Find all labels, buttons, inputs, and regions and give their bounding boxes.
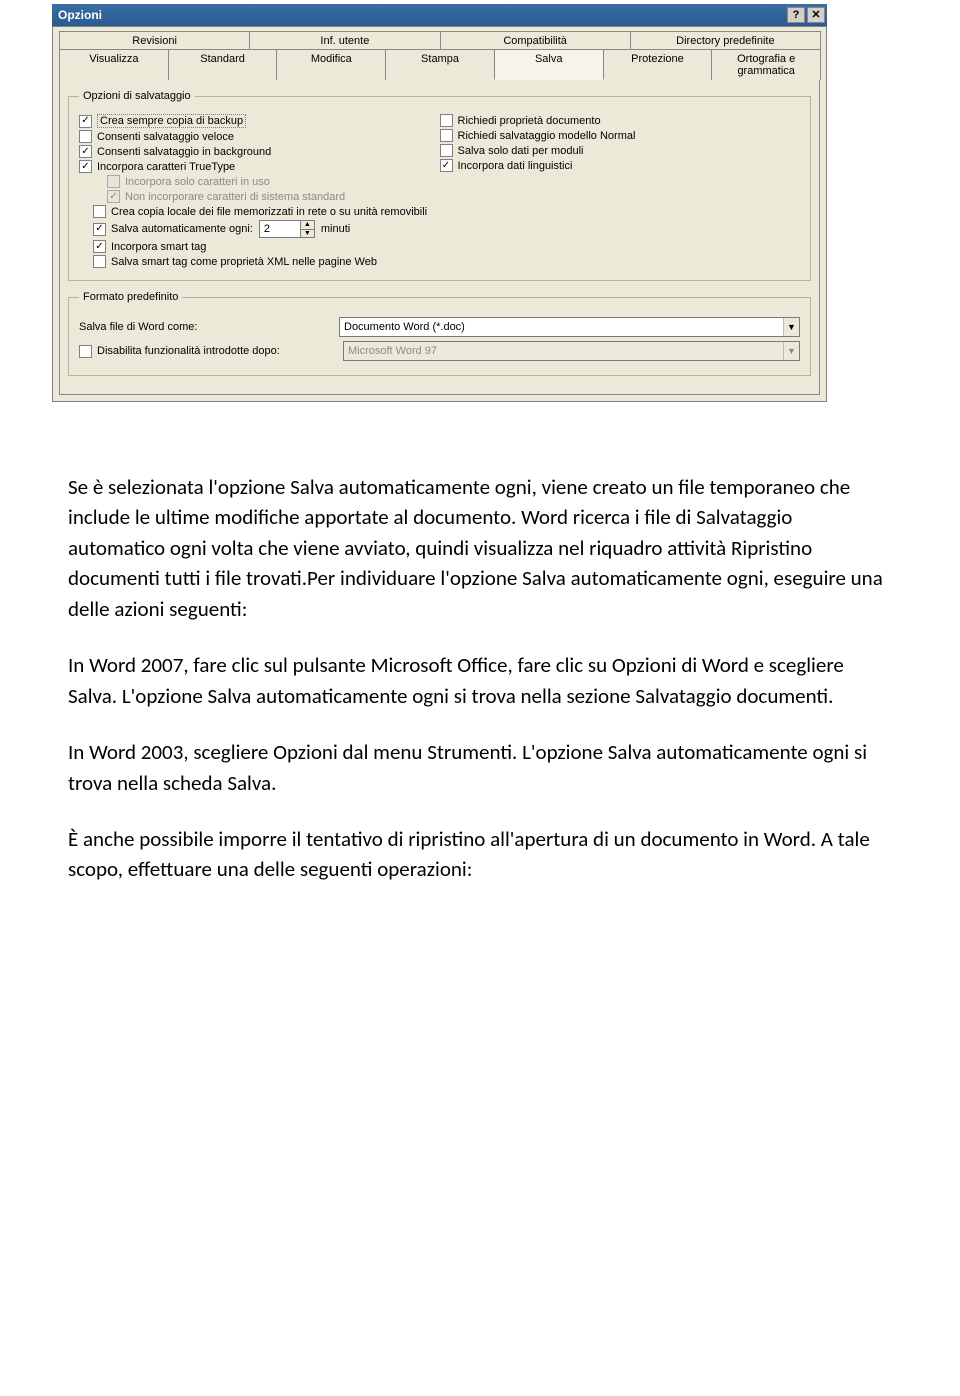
spin-down-icon[interactable]: ▼ — [301, 230, 314, 238]
tab-standard[interactable]: Standard — [168, 49, 278, 80]
options-dialog: Opzioni ? ✕ Revisioni Inf. utente Compat… — [52, 4, 827, 402]
chk-fastsave[interactable] — [79, 130, 92, 143]
tab-compatibilita[interactable]: Compatibilità — [440, 31, 631, 50]
doc-paragraph-2: In Word 2007, fare clic sul pulsante Mic… — [68, 650, 892, 711]
lbl-smarttag-xml: Salva smart tag come proprietà XML nelle… — [111, 256, 377, 268]
tab-ortografia[interactable]: Ortografia e grammatica — [711, 49, 821, 80]
chk-smarttag-xml[interactable] — [93, 255, 106, 268]
fieldset-save-options: Opzioni di salvataggio ✓ Crea sempre cop… — [68, 90, 811, 281]
chk-linguistic[interactable]: ✓ — [440, 159, 453, 172]
tab-protezione[interactable]: Protezione — [603, 49, 713, 80]
close-button[interactable]: ✕ — [807, 7, 825, 23]
lbl-autosave: Salva automaticamente ogni: — [111, 223, 253, 235]
tab-visualizza[interactable]: Visualizza — [59, 49, 169, 80]
lbl-linguistic: Incorpora dati linguistici — [458, 160, 573, 172]
tab-row-1: Revisioni Inf. utente Compatibilità Dire… — [59, 31, 820, 50]
chk-local-copy[interactable] — [93, 205, 106, 218]
chk-disable-after[interactable] — [79, 345, 92, 358]
doc-paragraph-4: È anche possibile imporre il tentativo d… — [68, 824, 892, 885]
chevron-down-icon: ▼ — [783, 318, 799, 336]
chk-prompt-props[interactable] — [440, 114, 453, 127]
tab-panel-salva: Opzioni di salvataggio ✓ Crea sempre cop… — [59, 79, 820, 395]
document-body: Se è selezionata l'opzione Salva automat… — [68, 472, 892, 885]
dropdown-disable-after-value: Microsoft Word 97 — [348, 345, 437, 357]
lbl-prompt-props: Richiedi proprietà documento — [458, 115, 601, 127]
chk-prompt-normal[interactable] — [440, 129, 453, 142]
titlebar[interactable]: Opzioni ? ✕ — [52, 4, 827, 26]
tab-revisioni[interactable]: Revisioni — [59, 31, 250, 50]
tab-directory-predefinite[interactable]: Directory predefinite — [630, 31, 821, 50]
lbl-background: Consenti salvataggio in background — [97, 146, 271, 158]
lbl-truetype: Incorpora caratteri TrueType — [97, 161, 235, 173]
tab-row-2: Visualizza Standard Modifica Stampa Salv… — [59, 49, 820, 80]
lbl-no-system: Non incorporare caratteri di sistema sta… — [125, 191, 345, 203]
chk-truetype[interactable]: ✓ — [79, 160, 92, 173]
chk-no-system: ✓ — [107, 190, 120, 203]
dialog-body: Revisioni Inf. utente Compatibilità Dire… — [52, 26, 827, 402]
lbl-save-as: Salva file di Word come: — [79, 321, 339, 333]
spin-up-icon[interactable]: ▲ — [301, 221, 314, 230]
lbl-prompt-normal: Richiedi salvataggio modello Normal — [458, 130, 636, 142]
chk-data-only[interactable] — [440, 144, 453, 157]
lbl-local-copy: Crea copia locale dei file memorizzati i… — [111, 206, 427, 218]
lbl-backup: Crea sempre copia di backup — [97, 114, 246, 128]
tab-modifica[interactable]: Modifica — [276, 49, 386, 80]
tab-inf-utente[interactable]: Inf. utente — [249, 31, 440, 50]
help-button[interactable]: ? — [787, 7, 805, 23]
titlebar-title: Opzioni — [58, 8, 785, 22]
chevron-down-icon: ▼ — [783, 342, 799, 360]
doc-paragraph-3: In Word 2003, scegliere Opzioni dal menu… — [68, 737, 892, 798]
doc-paragraph-1: Se è selezionata l'opzione Salva automat… — [68, 472, 892, 624]
chk-backup[interactable]: ✓ — [79, 115, 92, 128]
lbl-data-only: Salva solo dati per moduli — [458, 145, 584, 157]
autosave-value[interactable] — [259, 220, 301, 238]
chk-autosave[interactable]: ✓ — [93, 223, 106, 236]
lbl-smarttag: Incorpora smart tag — [111, 241, 206, 253]
tab-salva[interactable]: Salva — [494, 49, 604, 80]
dropdown-disable-after: Microsoft Word 97 ▼ — [343, 341, 800, 361]
lbl-only-used: Incorpora solo caratteri in uso — [125, 176, 270, 188]
tab-stampa[interactable]: Stampa — [385, 49, 495, 80]
autosave-spinner[interactable]: ▲▼ — [259, 220, 315, 238]
legend-default-format: Formato predefinito — [79, 291, 182, 303]
lbl-disable-after: Disabilita funzionalità introdotte dopo: — [97, 345, 343, 357]
legend-save-options: Opzioni di salvataggio — [79, 90, 195, 102]
lbl-autosave-unit: minuti — [321, 223, 350, 235]
chk-background[interactable]: ✓ — [79, 145, 92, 158]
lbl-fastsave: Consenti salvataggio veloce — [97, 131, 234, 143]
chk-only-used — [107, 175, 120, 188]
dropdown-save-as[interactable]: Documento Word (*.doc) ▼ — [339, 317, 800, 337]
dropdown-save-as-value: Documento Word (*.doc) — [344, 321, 465, 333]
fieldset-default-format: Formato predefinito Salva file di Word c… — [68, 291, 811, 376]
chk-smarttag[interactable]: ✓ — [93, 240, 106, 253]
